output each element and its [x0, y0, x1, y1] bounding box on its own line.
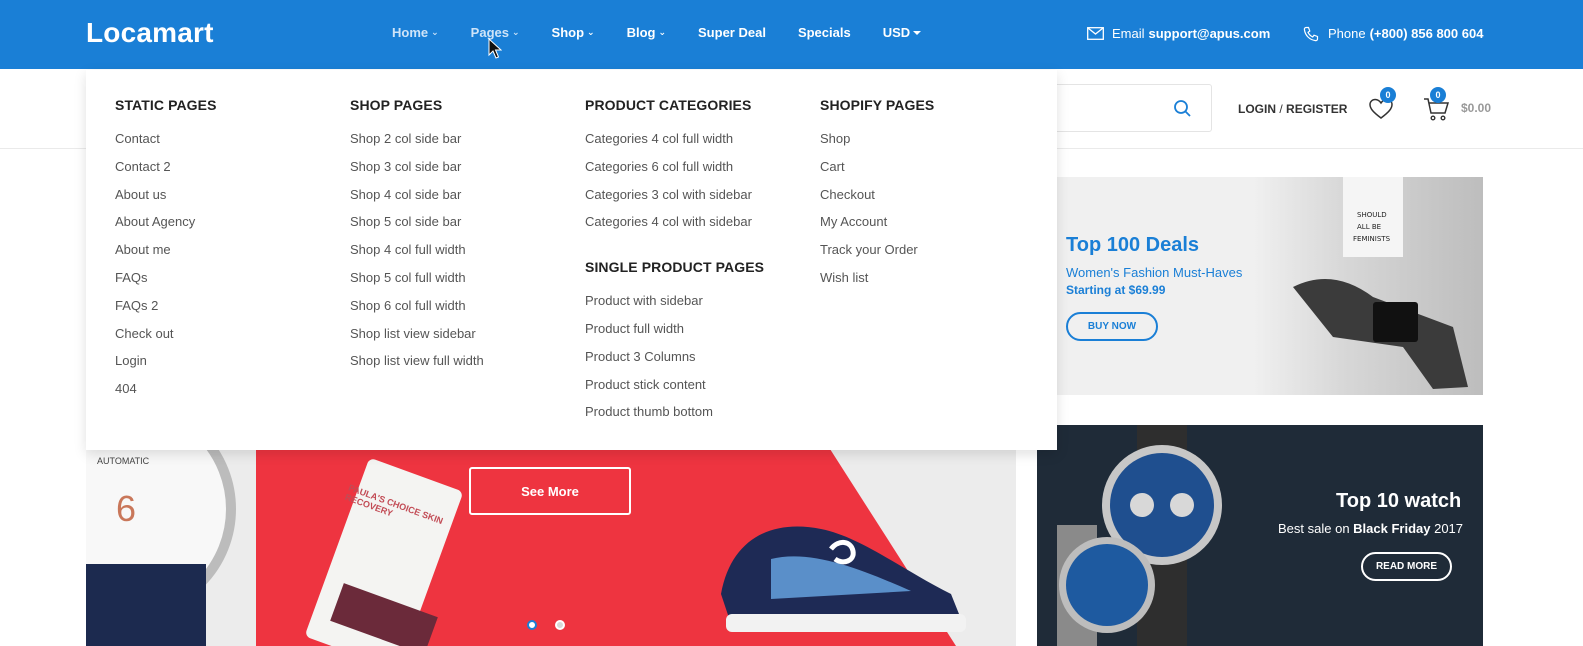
chevron-down-icon: ⌄ [587, 27, 595, 37]
menu-heading: SHOPIFY PAGES [820, 97, 935, 113]
register-link[interactable]: REGISTER [1286, 102, 1347, 116]
watch-image [1057, 425, 1222, 646]
nav-shop[interactable]: Shop ⌄ [552, 25, 595, 40]
menu-item[interactable]: Shop 6 col full width [350, 298, 585, 327]
svg-text:SHOULD: SHOULD [1357, 211, 1387, 219]
main-nav: Home ⌄ Pages ⌄ Shop ⌄ Blog ⌄ Super Deal … [392, 25, 953, 40]
menu-item[interactable]: Product with sidebar [585, 294, 820, 322]
cart-button[interactable]: 0 [1423, 87, 1451, 122]
site-logo[interactable]: Locamart [86, 17, 214, 49]
currency-selector[interactable]: USD [883, 25, 922, 40]
menu-item[interactable]: Shop 3 col side bar [350, 159, 585, 188]
menu-item[interactable]: Product 3 Columns [585, 349, 820, 378]
menu-item[interactable]: Wish list [820, 271, 1055, 299]
cart-total: $0.00 [1461, 101, 1492, 115]
pages-mega-menu: STATIC PAGES Contact Contact 2 About us Abo… [86, 70, 1057, 450]
menu-item[interactable]: Contact 2 [115, 159, 350, 188]
menu-heading: SINGLE PRODUCT PAGES [585, 259, 765, 276]
menu-heading: STATIC PAGES [115, 97, 217, 113]
deal-title: Top 100 Deals [1066, 234, 1200, 256]
deal-subtitle: Women's Fashion Must-Haves [1066, 265, 1243, 280]
svg-text:ALL BE: ALL BE [1357, 223, 1381, 231]
nav-home[interactable]: Home ⌄ [392, 25, 439, 40]
sneaker-image [721, 526, 966, 632]
menu-item[interactable]: Categories 6 col full width [585, 159, 820, 188]
menu-item[interactable]: Checkout [820, 187, 1055, 216]
menu-item[interactable]: My Account [820, 215, 1055, 243]
search-icon[interactable] [1172, 98, 1194, 120]
menu-item[interactable]: FAQs 2 [115, 298, 350, 327]
nav-super-deal[interactable]: Super Deal [698, 25, 766, 40]
nav-specials[interactable]: Specials [798, 25, 851, 40]
menu-col-product-categories: PRODUCT CATEGORIES Categories 4 col full… [585, 97, 820, 433]
top-bar: Locamart Home ⌄ Pages ⌄ Shop ⌄ Blog ⌄ Su… [0, 0, 1583, 69]
mouse-cursor-icon [488, 38, 502, 59]
menu-item[interactable]: Check out [115, 326, 350, 355]
watch-subtitle: Best sale on Black Friday 2017 [1278, 521, 1464, 536]
wishlist-button[interactable]: 0 [1368, 87, 1396, 122]
menu-item[interactable]: FAQs [115, 271, 350, 299]
menu-heading: PRODUCT CATEGORIES [585, 97, 752, 113]
menu-item[interactable]: Product thumb bottom [585, 405, 820, 433]
menu-item[interactable]: Contact [115, 132, 350, 160]
menu-item[interactable]: Shop [820, 132, 1055, 160]
login-link[interactable]: LOGIN [1238, 102, 1276, 116]
cart-count-badge: 0 [1430, 87, 1446, 103]
menu-col-shop-pages: SHOP PAGES Shop 2 col side bar Shop 3 col… [350, 97, 585, 382]
menu-col-shopify-pages: SHOPIFY PAGES Shop Cart Checkout My Account… [820, 97, 1055, 299]
email-contact[interactable]: Email support@apus.com [1086, 26, 1270, 41]
watch-title: Top 10 watch [1336, 490, 1462, 512]
menu-col-static-pages: STATIC PAGES Contact Contact 2 About us Abo… [115, 97, 350, 410]
chevron-down-icon: ⌄ [431, 27, 439, 37]
watch-strap-image [86, 564, 206, 646]
deal-price: Starting at $69.99 [1066, 283, 1166, 297]
menu-item[interactable]: Categories 3 col with sidebar [585, 187, 820, 216]
menu-item[interactable]: Track your Order [820, 243, 1055, 271]
menu-item[interactable]: Shop list view full width [350, 354, 585, 382]
wishlist-count-badge: 0 [1380, 87, 1396, 103]
buy-now-button[interactable]: BUY NOW [1066, 312, 1158, 341]
menu-item[interactable]: Categories 4 col with sidebar [585, 215, 820, 243]
menu-item[interactable]: Product stick content [585, 377, 820, 406]
svg-text:FEMINISTS: FEMINISTS [1353, 235, 1391, 243]
menu-item[interactable]: Login [115, 354, 350, 382]
watch-numeral: 6 [116, 488, 137, 529]
menu-item[interactable]: About Agency [115, 215, 350, 243]
login-register-link[interactable]: LOGIN / REGISTER [1238, 102, 1347, 116]
menu-heading: SHOP PAGES [350, 97, 443, 113]
menu-item[interactable]: Shop 2 col side bar [350, 132, 585, 160]
chevron-down-icon: ⌄ [658, 27, 667, 37]
mail-icon [1086, 27, 1104, 41]
menu-item[interactable]: Categories 4 col full width [585, 132, 820, 160]
menu-item[interactable]: About me [115, 243, 350, 271]
chevron-down-icon: ⌄ [511, 27, 520, 37]
phone-icon [1302, 26, 1320, 41]
see-more-button[interactable]: See More [469, 467, 631, 515]
read-more-button[interactable]: READ MORE [1361, 552, 1452, 581]
nav-blog[interactable]: Blog ⌄ [627, 25, 666, 40]
slider-dot-2[interactable] [555, 620, 565, 630]
separator: / [1279, 102, 1283, 116]
caret-down-icon [913, 30, 922, 35]
phone-contact[interactable]: Phone (+800) 856 800 604 [1302, 26, 1483, 41]
slider-dot-1[interactable] [527, 620, 537, 630]
fashion-model-image: SHOULD ALL BE FEMINISTS [1253, 177, 1483, 395]
menu-item[interactable]: Shop 4 col side bar [350, 187, 585, 216]
menu-item[interactable]: About us [115, 187, 350, 216]
menu-item[interactable]: Shop 5 col full width [350, 271, 585, 299]
menu-item[interactable]: Shop 5 col side bar [350, 215, 585, 243]
menu-item[interactable]: Shop 4 col full width [350, 243, 585, 271]
menu-item[interactable]: Cart [820, 159, 1055, 188]
menu-item[interactable]: Shop list view sidebar [350, 326, 585, 355]
menu-item[interactable]: 404 [115, 382, 350, 410]
watch-label: AUTOMATIC [97, 456, 150, 466]
menu-item[interactable]: Product full width [585, 322, 820, 350]
